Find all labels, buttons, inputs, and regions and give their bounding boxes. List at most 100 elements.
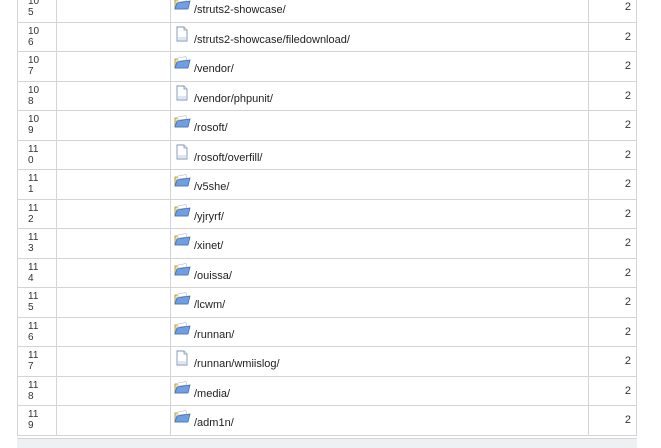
row-number-line2: 8 (28, 390, 34, 402)
open-folder-icon (174, 203, 191, 219)
path-cell[interactable]: /vendor/ (170, 51, 589, 82)
count-cell: 2 (588, 346, 637, 377)
path-cell[interactable]: /adm1n/ (170, 405, 589, 436)
path-cell[interactable]: /xinet/ (170, 228, 589, 259)
row-number-line1: 11 (28, 232, 39, 244)
open-folder-icon (174, 409, 191, 425)
row-number-line1: 11 (28, 409, 39, 421)
open-folder-icon (174, 55, 191, 71)
path-link[interactable]: /v5she/ (194, 181, 229, 193)
row-number-line2: 7 (28, 66, 34, 78)
row-number-line1: 10 (28, 55, 40, 67)
row-number-line1: 11 (28, 291, 39, 303)
path-link[interactable]: /adm1n/ (194, 417, 234, 429)
row-number-line1: 11 (28, 379, 39, 391)
row-number-line2: 1 (28, 184, 34, 196)
row-number: 11 6 (17, 316, 57, 347)
path-link[interactable]: /runnan/ (194, 329, 234, 341)
path-cell[interactable]: /lcwm/ (170, 287, 589, 318)
path-link[interactable]: /rosoft/overfill/ (194, 152, 262, 164)
open-folder-icon (174, 173, 191, 189)
empty-cell (56, 316, 171, 347)
path-link[interactable]: /media/ (194, 388, 230, 400)
path-link[interactable]: /struts2-showcase/ (194, 4, 286, 16)
row-number: 11 0 (17, 139, 57, 170)
row-number-line2: 6 (28, 36, 34, 48)
row-number: 11 5 (17, 287, 57, 318)
row-number-line1: 10 (28, 25, 40, 37)
path-link[interactable]: /xinet/ (194, 240, 223, 252)
row-number-line2: 7 (28, 361, 34, 373)
table-row: 10 7/vendor/2 (17, 51, 637, 82)
path-cell[interactable]: /v5she/ (170, 169, 589, 200)
row-number-line2: 5 (28, 302, 34, 314)
empty-cell (56, 110, 171, 141)
count-cell: 2 (588, 110, 637, 141)
row-number: 11 2 (17, 198, 57, 229)
table-row: 11 6/runnan/2 (17, 316, 637, 347)
table-row: 11 8/media/2 (17, 375, 637, 406)
row-number: 11 3 (17, 228, 57, 259)
path-link[interactable]: /struts2-showcase/filedownload/ (194, 34, 350, 46)
results-table-body: 10 5/struts2-showcase/2 10 6/struts2-showca… (17, 0, 637, 436)
document-icon (174, 350, 191, 366)
table-row: 11 9/adm1n/2 (17, 405, 637, 436)
path-cell[interactable]: /rosoft/ (170, 110, 589, 141)
open-folder-icon (174, 380, 191, 396)
empty-cell (56, 228, 171, 259)
path-cell[interactable]: /struts2-showcase/ (170, 0, 589, 23)
row-number-line1: 10 (28, 114, 40, 126)
row-number: 11 9 (17, 405, 57, 436)
row-number-line2: 8 (28, 95, 34, 107)
row-number-line2: 0 (28, 154, 34, 166)
row-number-line2: 9 (28, 420, 34, 432)
path-cell[interactable]: /struts2-showcase/filedownload/ (170, 21, 589, 52)
row-number: 10 5 (17, 0, 57, 23)
path-cell[interactable]: /runnan/ (170, 316, 589, 347)
row-number-line1: 10 (28, 84, 40, 96)
open-folder-icon (174, 321, 191, 337)
count-cell: 2 (588, 21, 637, 52)
open-folder-icon (174, 262, 191, 278)
row-number-line1: 11 (28, 202, 39, 214)
path-cell[interactable]: /ouissa/ (170, 257, 589, 288)
path-link[interactable]: /vendor/phpunit/ (194, 93, 273, 105)
path-cell[interactable]: /rosoft/overfill/ (170, 139, 589, 170)
path-link[interactable]: /runnan/wmiislog/ (194, 358, 280, 370)
count-cell: 2 (588, 0, 637, 23)
row-number-line1: 11 (28, 261, 39, 273)
row-number: 10 9 (17, 110, 57, 141)
path-link[interactable]: /yjryrf/ (194, 211, 224, 223)
row-number: 11 7 (17, 346, 57, 377)
path-link[interactable]: /lcwm/ (194, 299, 225, 311)
open-folder-icon (174, 0, 191, 12)
table-row: 10 9/rosoft/2 (17, 110, 637, 141)
path-cell[interactable]: /media/ (170, 375, 589, 406)
table-row: 10 8/vendor/phpunit/2 (17, 80, 637, 111)
empty-cell (56, 51, 171, 82)
row-number-line2: 2 (28, 213, 34, 225)
path-cell[interactable]: /vendor/phpunit/ (170, 80, 589, 111)
path-link[interactable]: /rosoft/ (194, 122, 228, 134)
document-icon (174, 26, 191, 42)
row-number-line2: 9 (28, 125, 34, 137)
empty-cell (56, 198, 171, 229)
table-row: 11 5/lcwm/2 (17, 287, 637, 318)
path-cell[interactable]: /yjryrf/ (170, 198, 589, 229)
empty-cell (56, 257, 171, 288)
row-number: 11 4 (17, 257, 57, 288)
table-row: 11 2/yjryrf/2 (17, 198, 637, 229)
empty-cell (56, 287, 171, 318)
row-number-line1: 10 (28, 0, 40, 8)
count-cell: 2 (588, 169, 637, 200)
empty-cell (56, 0, 171, 23)
empty-cell (56, 169, 171, 200)
path-link[interactable]: /ouissa/ (194, 270, 232, 282)
table-row: 10 6/struts2-showcase/filedownload/2 (17, 21, 637, 52)
count-cell: 2 (588, 198, 637, 229)
path-cell[interactable]: /runnan/wmiislog/ (170, 346, 589, 377)
empty-cell (56, 405, 171, 436)
table-row: 11 0/rosoft/overfill/2 (17, 139, 637, 170)
path-link[interactable]: /vendor/ (194, 63, 234, 75)
row-number: 10 7 (17, 51, 57, 82)
